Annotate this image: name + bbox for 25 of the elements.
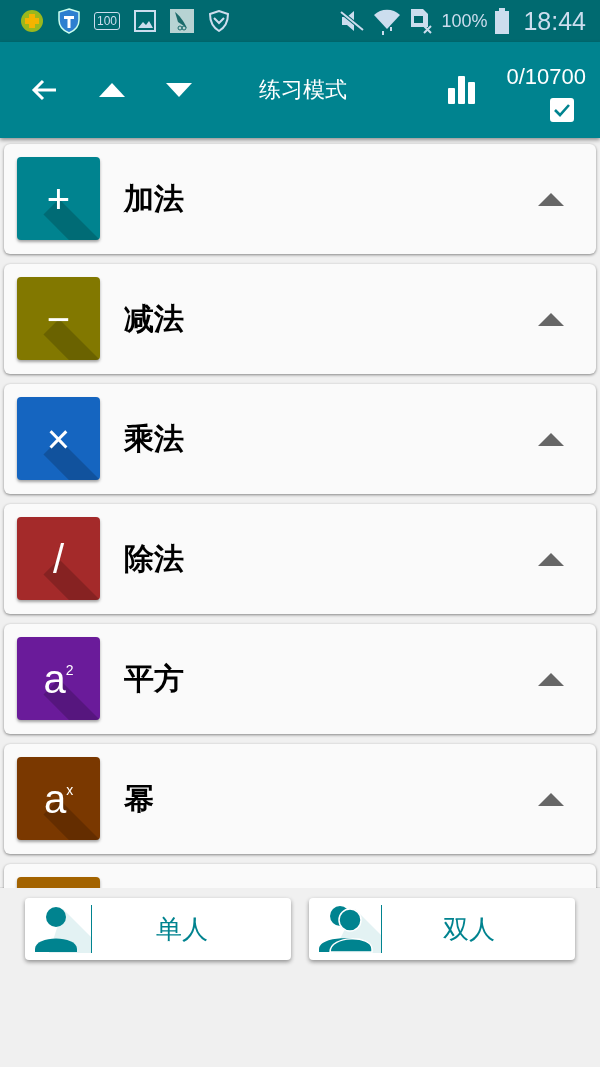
battery-saver-indicator: 100 [94, 12, 121, 30]
category-card[interactable]: × 乘法 [4, 384, 596, 494]
category-card[interactable]: + 加法 [4, 144, 596, 254]
category-card[interactable]: a$^{2}$ 平方 [4, 624, 596, 734]
category-label: 除法 [124, 539, 185, 578]
category-label: 幂 [124, 779, 155, 818]
category-label: 加法 [124, 179, 185, 218]
category-label: 减法 [124, 299, 185, 338]
operator-symbol: / [52, 538, 65, 579]
category-card[interactable]: − 减法 [4, 264, 596, 374]
category-label: 乘法 [124, 419, 185, 458]
category-label: 平方 [124, 659, 185, 698]
toolbar-title: 练习模式 [259, 76, 348, 104]
operator-symbol: × [46, 418, 71, 459]
progress-counter: 0/10700 [506, 64, 586, 90]
category-card[interactable]: a$^{x}$ 幂 [4, 744, 596, 854]
clock: 18:44 [523, 6, 586, 36]
operator-symbol: a$^{x}$ [43, 778, 74, 819]
battery-percentage: 100% [441, 10, 488, 32]
operator-symbol: − [46, 298, 71, 339]
mode-button[interactable]: 双人 [309, 898, 575, 960]
operator-symbol: a$^{2}$ [43, 658, 74, 699]
category-card[interactable]: / 除法 [4, 504, 596, 614]
mode-button[interactable]: 单人 [25, 898, 291, 960]
operator-symbol: + [46, 178, 71, 219]
